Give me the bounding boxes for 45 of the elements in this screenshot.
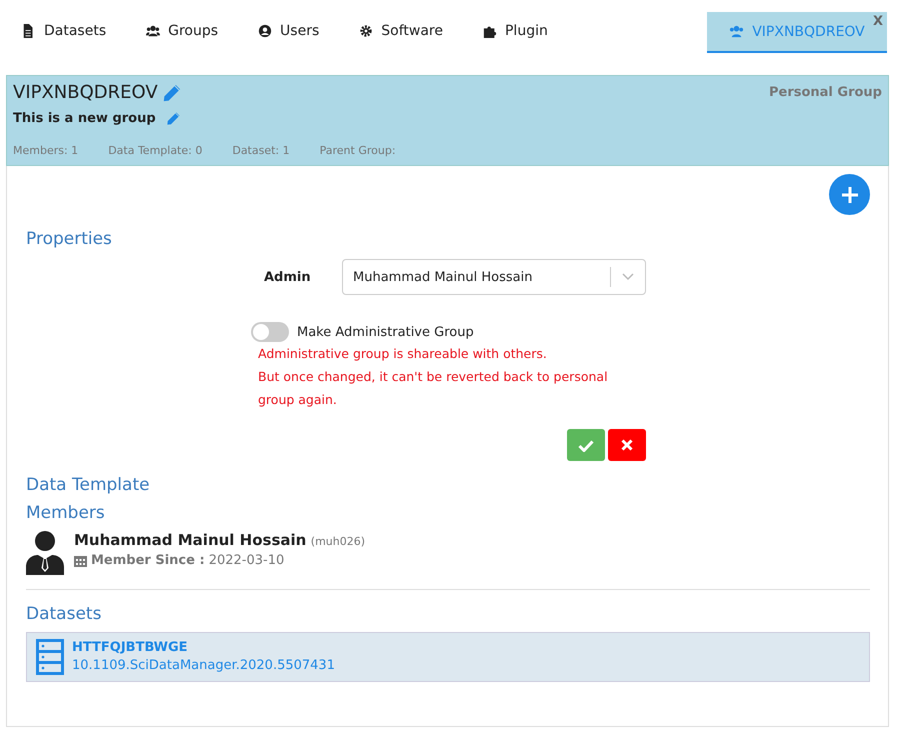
dataset-doi: 10.1109.SciDataManager.2020.5507431	[72, 658, 335, 673]
close-button[interactable]: X	[872, 14, 883, 29]
member-since-date: 2022-03-10	[208, 553, 284, 568]
settings-icon	[359, 23, 374, 39]
cancel-button[interactable]	[608, 429, 646, 461]
group-stat: Parent Group:	[320, 144, 396, 157]
warning-text: But once changed, it can't be reverted back to personal group again.	[258, 368, 609, 409]
section-heading: Members	[26, 503, 106, 523]
nav-tab[interactable]: Software	[353, 12, 449, 40]
group-tab[interactable]: VIPXNBQDREOV X	[707, 12, 887, 53]
member-since-label: Member Since :	[91, 553, 205, 568]
group-stat: Data Template: 0	[108, 144, 202, 157]
group-description: This is a new group	[13, 111, 156, 126]
toggle-switch[interactable]	[251, 322, 289, 342]
edit-icon[interactable]	[162, 82, 182, 102]
group-type: Personal Group	[768, 85, 882, 100]
check-icon	[578, 438, 594, 452]
member-username: (muh026)	[310, 535, 366, 548]
users-icon	[146, 23, 160, 39]
confirm-button[interactable]	[567, 429, 605, 461]
section-heading: Properties	[26, 229, 113, 249]
add-button[interactable]	[829, 174, 870, 215]
section-heading: Data Template	[26, 475, 151, 495]
toggle-label: Make Administrative Group	[297, 324, 474, 340]
users-icon	[729, 24, 744, 39]
field-label: Admin	[263, 270, 312, 284]
nav-tab[interactable]: Users	[252, 12, 326, 40]
plus-icon	[840, 186, 858, 204]
nav-tab[interactable]: Datasets	[16, 12, 112, 40]
user-icon	[258, 23, 272, 39]
section-heading: Datasets	[26, 604, 102, 624]
calendar-icon	[74, 554, 87, 567]
admin-select[interactable]: Muhammad Mainul Hossain	[342, 259, 646, 295]
member-name: Muhammad Mainul Hossain	[74, 531, 306, 549]
warning-text: Administrative group is shareable with others.	[258, 345, 548, 363]
edit-icon[interactable]	[166, 111, 181, 126]
group-stat: Members: 1	[13, 144, 78, 157]
group-stat: Dataset: 1	[232, 144, 290, 157]
chevron-down-icon	[622, 273, 634, 281]
nav-tab[interactable]: Groups	[140, 12, 224, 40]
nav-tab[interactable]: Plugin	[476, 12, 554, 40]
server-icon	[36, 639, 64, 675]
close-icon	[621, 439, 633, 451]
person-icon	[26, 531, 64, 575]
group-title: VIPXNBQDREOV	[13, 82, 158, 103]
